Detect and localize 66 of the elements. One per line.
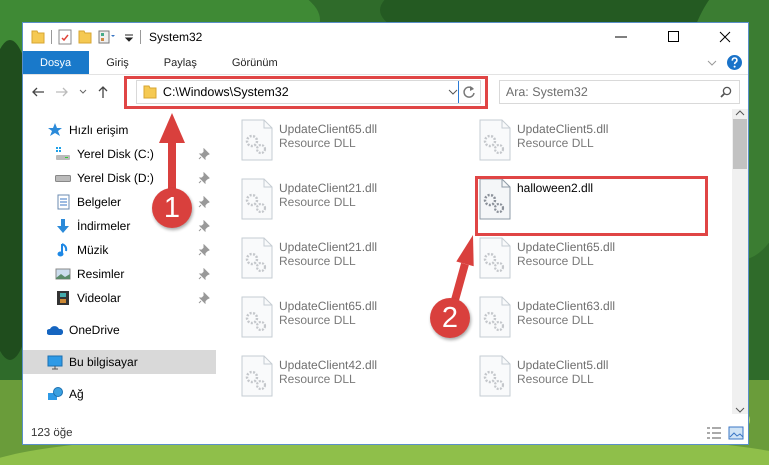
window-title: System32 — [149, 30, 204, 44]
scrollbar[interactable] — [732, 109, 748, 414]
drive-icon — [55, 174, 71, 182]
download-arrow-icon — [55, 218, 71, 234]
ribbon-tab[interactable]: Giriş — [89, 51, 147, 74]
file-name[interactable]: UpdateClient65.dll — [279, 122, 378, 136]
ribbon-tab[interactable]: Dosya — [23, 51, 90, 74]
drive-icon — [55, 146, 71, 162]
file-type: Resource DLL — [279, 254, 357, 268]
file-name[interactable]: UpdateClient65.dll — [279, 299, 378, 313]
star-icon — [47, 122, 63, 138]
scroll-up-icon[interactable] — [735, 109, 745, 117]
file-type: Resource DLL — [279, 136, 357, 150]
file-name[interactable]: UpdateClient65.dll — [517, 240, 616, 254]
folder-icon[interactable] — [31, 29, 45, 45]
scroll-down-icon[interactable] — [735, 406, 745, 414]
chevron-down-icon[interactable] — [448, 88, 458, 96]
sidebar-item[interactable]: İndirmeler — [77, 219, 130, 233]
file-type: Resource DLL — [517, 136, 595, 150]
file-type: Resource DLL — [517, 254, 595, 268]
thumbnail-view-icon[interactable] — [728, 426, 744, 440]
ribbon-tab[interactable]: Görünüm — [214, 51, 296, 74]
ribbon-tab[interactable]: Paylaş — [146, 51, 215, 74]
search-icon — [720, 86, 732, 98]
search-field[interactable]: Ara: System32 — [498, 80, 740, 104]
back-icon[interactable] — [31, 86, 45, 98]
landscape-icon — [55, 266, 71, 282]
file-type: Resource DLL — [279, 195, 357, 209]
file-name[interactable]: UpdateClient5.dll — [517, 358, 608, 372]
network-icon — [47, 386, 63, 402]
sidebar-item[interactable]: Videolar — [77, 291, 121, 305]
refresh-icon[interactable] — [462, 85, 476, 99]
file-name[interactable]: halloween2.dll — [517, 181, 594, 195]
file-type: Resource DLL — [279, 372, 357, 386]
sidebar-item[interactable]: Ağ — [69, 387, 84, 401]
up-icon[interactable] — [97, 85, 109, 99]
sidebar-item[interactable]: Hızlı erişim — [69, 123, 128, 137]
folder-icon[interactable] — [78, 29, 92, 45]
item-count: 123 öğe — [31, 427, 74, 439]
address-field[interactable]: C:\Windows\System32 — [136, 80, 481, 104]
folder-icon — [142, 84, 157, 100]
properties-icon[interactable] — [98, 29, 118, 45]
file-type: Resource DLL — [517, 313, 595, 327]
file-name[interactable]: UpdateClient21.dll — [279, 181, 378, 195]
monitor-icon — [47, 354, 63, 370]
sidebar-item[interactable]: Bu bilgisayar — [23, 350, 216, 374]
film-icon — [55, 290, 71, 306]
sidebar-item[interactable]: Yerel Disk (D:) — [77, 171, 154, 185]
file-gears-icon[interactable] — [479, 178, 511, 220]
file-name[interactable]: UpdateClient21.dll — [279, 240, 378, 254]
file-type: Resource DLL — [279, 313, 357, 327]
help-icon[interactable] — [727, 55, 742, 70]
sidebar-item[interactable]: Yerel Disk (C:) — [77, 147, 154, 161]
sidebar-item[interactable]: Müzik — [77, 243, 108, 257]
file-name[interactable]: UpdateClient5.dll — [517, 122, 608, 136]
scroll-thumb[interactable] — [733, 119, 747, 169]
details-view-icon[interactable] — [706, 426, 722, 440]
document-icon — [55, 194, 71, 210]
file-type: Resource DLL — [517, 372, 595, 386]
sidebar-item[interactable]: Resimler — [77, 267, 124, 281]
checklist-icon[interactable] — [58, 29, 72, 45]
sidebar-item[interactable]: OneDrive — [69, 323, 120, 337]
sidebar-item[interactable]: Belgeler — [77, 195, 122, 209]
file-name[interactable]: UpdateClient63.dll — [517, 299, 616, 313]
chevron-down-icon[interactable] — [79, 89, 87, 95]
file-name[interactable]: UpdateClient42.dll — [279, 358, 378, 372]
